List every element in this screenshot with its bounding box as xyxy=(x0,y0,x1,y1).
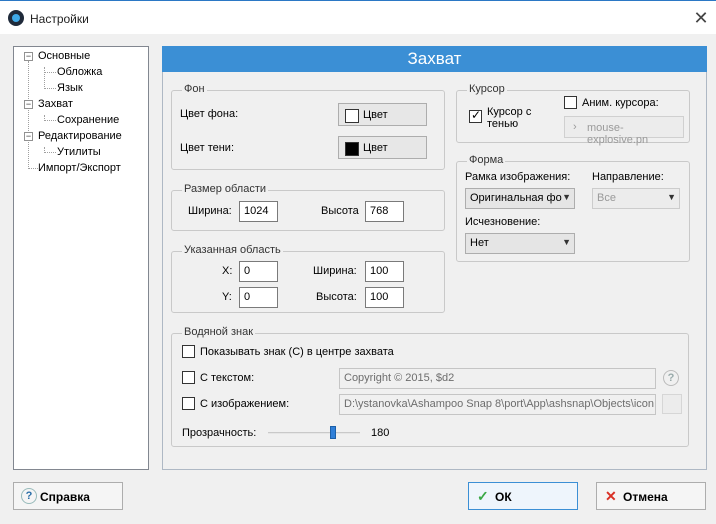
watermark-text-input[interactable]: Copyright © 2015, $d2 xyxy=(339,368,656,389)
watermark-group-title: Водяной знак xyxy=(182,326,256,338)
tree-item-utilities[interactable]: Утилиты xyxy=(57,146,101,158)
help-button[interactable]: ? Справка xyxy=(13,482,123,510)
frame-label: Рамка изображения: xyxy=(465,171,571,183)
specified-height-label: Высота: xyxy=(316,291,357,303)
ok-button-label: ОК xyxy=(495,490,512,504)
shadow-color-button[interactable]: Цвет xyxy=(338,136,427,159)
help-button-label: Справка xyxy=(40,490,90,504)
bg-color-label: Цвет фона: xyxy=(180,108,239,120)
settings-tree[interactable]: − Основные Обложка Язык − Захват Сохране… xyxy=(13,46,149,470)
window-title: Настройки xyxy=(30,12,89,26)
help-icon: ? xyxy=(21,488,37,504)
watermark-image-path-input[interactable]: D:\ystanovka\Ashampoo Snap 8\port\App\as… xyxy=(339,394,656,415)
bg-color-swatch xyxy=(345,109,359,123)
tree-collapse-toggle[interactable]: − xyxy=(24,100,33,109)
tree-collapse-toggle[interactable]: − xyxy=(24,132,33,141)
check-icon: ✓ xyxy=(477,488,489,504)
fade-label: Исчезновение: xyxy=(465,216,541,228)
area-height-input[interactable]: 768 xyxy=(365,201,404,222)
tree-item-editing[interactable]: Редактирование xyxy=(38,130,122,142)
area-height-label: Высота xyxy=(321,205,359,217)
app-icon xyxy=(8,10,24,26)
specified-width-label: Ширина: xyxy=(313,265,357,277)
cursor-group-title: Курсор xyxy=(467,83,507,95)
shadow-color-swatch xyxy=(345,142,359,156)
show-watermark-checkbox[interactable] xyxy=(182,345,195,358)
x-icon: ✕ xyxy=(605,488,617,504)
cursor-shadow-label-line1: Курсор с xyxy=(487,106,532,118)
area-width-label: Ширина: xyxy=(188,205,232,217)
specified-area-group-title: Указанная область xyxy=(182,244,283,256)
tree-item-saving[interactable]: Сохранение xyxy=(57,114,119,126)
cursor-shadow-checkbox[interactable] xyxy=(469,108,482,123)
frame-select[interactable]: Оригинальная фо ▼ xyxy=(465,188,575,209)
direction-label: Направление: xyxy=(592,171,664,183)
chevron-right-icon: › xyxy=(573,121,577,133)
shadow-color-button-label: Цвет xyxy=(363,142,388,154)
area-width-input[interactable]: 1024 xyxy=(239,201,278,222)
direction-select-value: Все xyxy=(597,192,616,204)
anim-cursor-file-label: mouse-explosive.pn xyxy=(587,122,649,146)
x-label: X: xyxy=(222,265,233,277)
tree-collapse-toggle[interactable]: − xyxy=(24,52,33,61)
fade-select[interactable]: Нет ▼ xyxy=(465,233,575,254)
show-watermark-label: Показывать знак (C) в центре захвата xyxy=(200,346,394,358)
chevron-down-icon: ▼ xyxy=(562,192,571,202)
with-text-label: С текстом: xyxy=(200,372,255,384)
fade-select-value: Нет xyxy=(470,237,489,249)
bg-color-button-label: Цвет xyxy=(363,109,388,121)
y-input[interactable]: 0 xyxy=(239,287,278,308)
background-group-title: Фон xyxy=(182,83,207,95)
close-icon[interactable]: ✕ xyxy=(690,7,712,29)
direction-select[interactable]: Все ▼ xyxy=(592,188,680,209)
frame-select-value: Оригинальная фо xyxy=(470,192,562,204)
cursor-shadow-label-line2: тенью xyxy=(487,118,519,130)
tree-item-capture[interactable]: Захват xyxy=(38,98,73,110)
anim-cursor-file-button[interactable]: › mouse-explosive.pn xyxy=(564,116,684,146)
specified-width-input[interactable]: 100 xyxy=(365,261,404,282)
help-icon[interactable]: ? xyxy=(663,370,679,386)
with-image-label: С изображением: xyxy=(200,398,290,410)
panel-title: Захват xyxy=(162,46,707,72)
folder-icon[interactable] xyxy=(662,394,682,414)
shape-group-title: Форма xyxy=(467,154,506,166)
bg-color-button[interactable]: Цвет xyxy=(338,103,427,126)
chevron-down-icon: ▼ xyxy=(562,237,571,247)
cancel-button[interactable]: ✕ Отмена xyxy=(596,482,706,510)
opacity-value: 180 xyxy=(371,427,390,439)
cursor-shadow-label: Курсор с тенью xyxy=(487,106,531,130)
title-bar: Настройки ✕ xyxy=(0,0,716,34)
anim-cursor-checkbox[interactable] xyxy=(564,96,577,109)
chevron-down-icon: ▼ xyxy=(667,192,676,202)
shadow-color-label: Цвет тени: xyxy=(180,142,235,154)
tree-item-main[interactable]: Основные xyxy=(38,50,90,62)
opacity-slider-track[interactable] xyxy=(268,432,360,434)
with-text-checkbox[interactable] xyxy=(182,371,195,384)
tree-item-language[interactable]: Язык xyxy=(57,82,83,94)
anim-cursor-label: Аним. курсора: xyxy=(582,97,659,109)
opacity-label: Прозрачность: xyxy=(182,427,257,439)
ok-button[interactable]: ✓ ОК xyxy=(468,482,578,510)
area-size-group-title: Размер области xyxy=(182,183,269,195)
cancel-button-label: Отмена xyxy=(623,490,668,504)
tree-item-import-export[interactable]: Импорт/Экспорт xyxy=(38,162,121,174)
opacity-slider-thumb[interactable] xyxy=(329,426,336,439)
x-input[interactable]: 0 xyxy=(239,261,278,282)
specified-height-input[interactable]: 100 xyxy=(365,287,404,308)
tree-item-cover[interactable]: Обложка xyxy=(57,66,102,78)
y-label: Y: xyxy=(222,291,232,303)
with-image-checkbox[interactable] xyxy=(182,397,195,410)
